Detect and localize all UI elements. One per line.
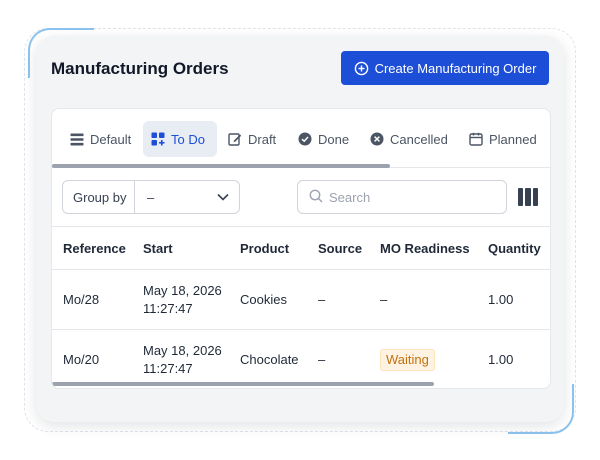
cell-quantity: 1.00 xyxy=(477,269,550,330)
check-circle-icon xyxy=(298,132,312,146)
tab-done[interactable]: Done xyxy=(290,121,357,157)
cell-readiness: – xyxy=(369,269,477,330)
tab-cancelled[interactable]: Cancelled xyxy=(362,121,456,157)
tab-draft[interactable]: Draft xyxy=(220,121,284,157)
tab-label: Default xyxy=(90,131,132,147)
cell-reference: Mo/20 xyxy=(63,351,100,367)
cell-source: – xyxy=(318,351,326,367)
x-circle-icon xyxy=(370,132,384,146)
column-header-product[interactable]: Product xyxy=(229,226,307,270)
start-time: 11:27:47 xyxy=(143,360,193,376)
column-header-quantity[interactable]: Quantity xyxy=(477,226,550,270)
group-by-label: Group by xyxy=(63,181,135,213)
tab-label: To Do xyxy=(171,131,205,147)
create-button-label: Create Manufacturing Order xyxy=(374,60,537,76)
search-field[interactable] xyxy=(297,180,507,214)
cell-start: May 18, 2026 11:27:47 xyxy=(132,269,229,330)
search-input[interactable] xyxy=(329,189,489,205)
cell-product: Cookies xyxy=(229,269,307,330)
start-date: May 18, 2026 xyxy=(143,342,222,358)
tab-planned[interactable]: Planned xyxy=(461,121,545,157)
cell-product: Chocolate xyxy=(240,351,299,367)
tab-label: Done xyxy=(318,131,350,147)
todo-grid-icon xyxy=(151,132,165,146)
tab-label: Cancelled xyxy=(390,131,448,147)
filter-bar: Group by – xyxy=(52,168,550,226)
search-icon xyxy=(309,189,323,206)
orders-table: Reference Start Product Source MO Readin… xyxy=(52,226,550,389)
plus-circle-icon xyxy=(354,61,369,76)
table-header-row: Reference Start Product Source MO Readin… xyxy=(52,226,550,270)
columns-toggle-icon[interactable] xyxy=(518,188,538,206)
table-row[interactable]: Mo/28 May 18, 2026 11:27:47 Cookies – – 1… xyxy=(52,269,550,330)
tab-default[interactable]: Default xyxy=(62,121,139,157)
column-header-reference[interactable]: Reference xyxy=(52,226,132,270)
status-badge: Waiting xyxy=(380,348,435,371)
tab-label: Planned xyxy=(489,131,537,147)
cell-reference: Mo/28 xyxy=(52,269,132,330)
start-time: 11:27:47 xyxy=(143,300,193,316)
group-by-select[interactable]: Group by – xyxy=(62,180,240,214)
orders-panel: Default To Do Draft Done Cancelled Plann… xyxy=(51,108,551,389)
tab-label: Draft xyxy=(248,131,277,147)
table-scrollbar[interactable] xyxy=(52,382,434,386)
cell-quantity: 1.00 xyxy=(488,351,514,367)
calendar-icon xyxy=(469,132,483,146)
create-manufacturing-order-button[interactable]: Create Manufacturing Order xyxy=(341,51,549,85)
list-icon xyxy=(70,133,84,146)
column-header-source[interactable]: Source xyxy=(307,226,369,270)
column-header-mo-readiness[interactable]: MO Readiness xyxy=(369,226,477,270)
chevron-down-icon xyxy=(217,193,239,201)
group-by-value: – xyxy=(147,189,155,205)
table-row[interactable]: Mo/20 May 18, 2026 11:27:47 Chocolate – W… xyxy=(52,330,550,389)
tab-to-do[interactable]: To Do xyxy=(143,121,217,157)
edit-icon xyxy=(228,132,242,146)
cell-readiness: Waiting xyxy=(369,330,477,389)
manufacturing-orders-card: Manufacturing Orders Create Manufacturin… xyxy=(36,36,564,422)
cell-source: – xyxy=(307,269,369,330)
cell-start: May 18, 2026 11:27:47 xyxy=(132,330,229,389)
start-date: May 18, 2026 xyxy=(143,282,222,298)
page-title: Manufacturing Orders xyxy=(51,59,229,78)
status-tabs: Default To Do Draft Done Cancelled Plann… xyxy=(52,109,550,168)
column-header-start[interactable]: Start xyxy=(132,226,229,270)
